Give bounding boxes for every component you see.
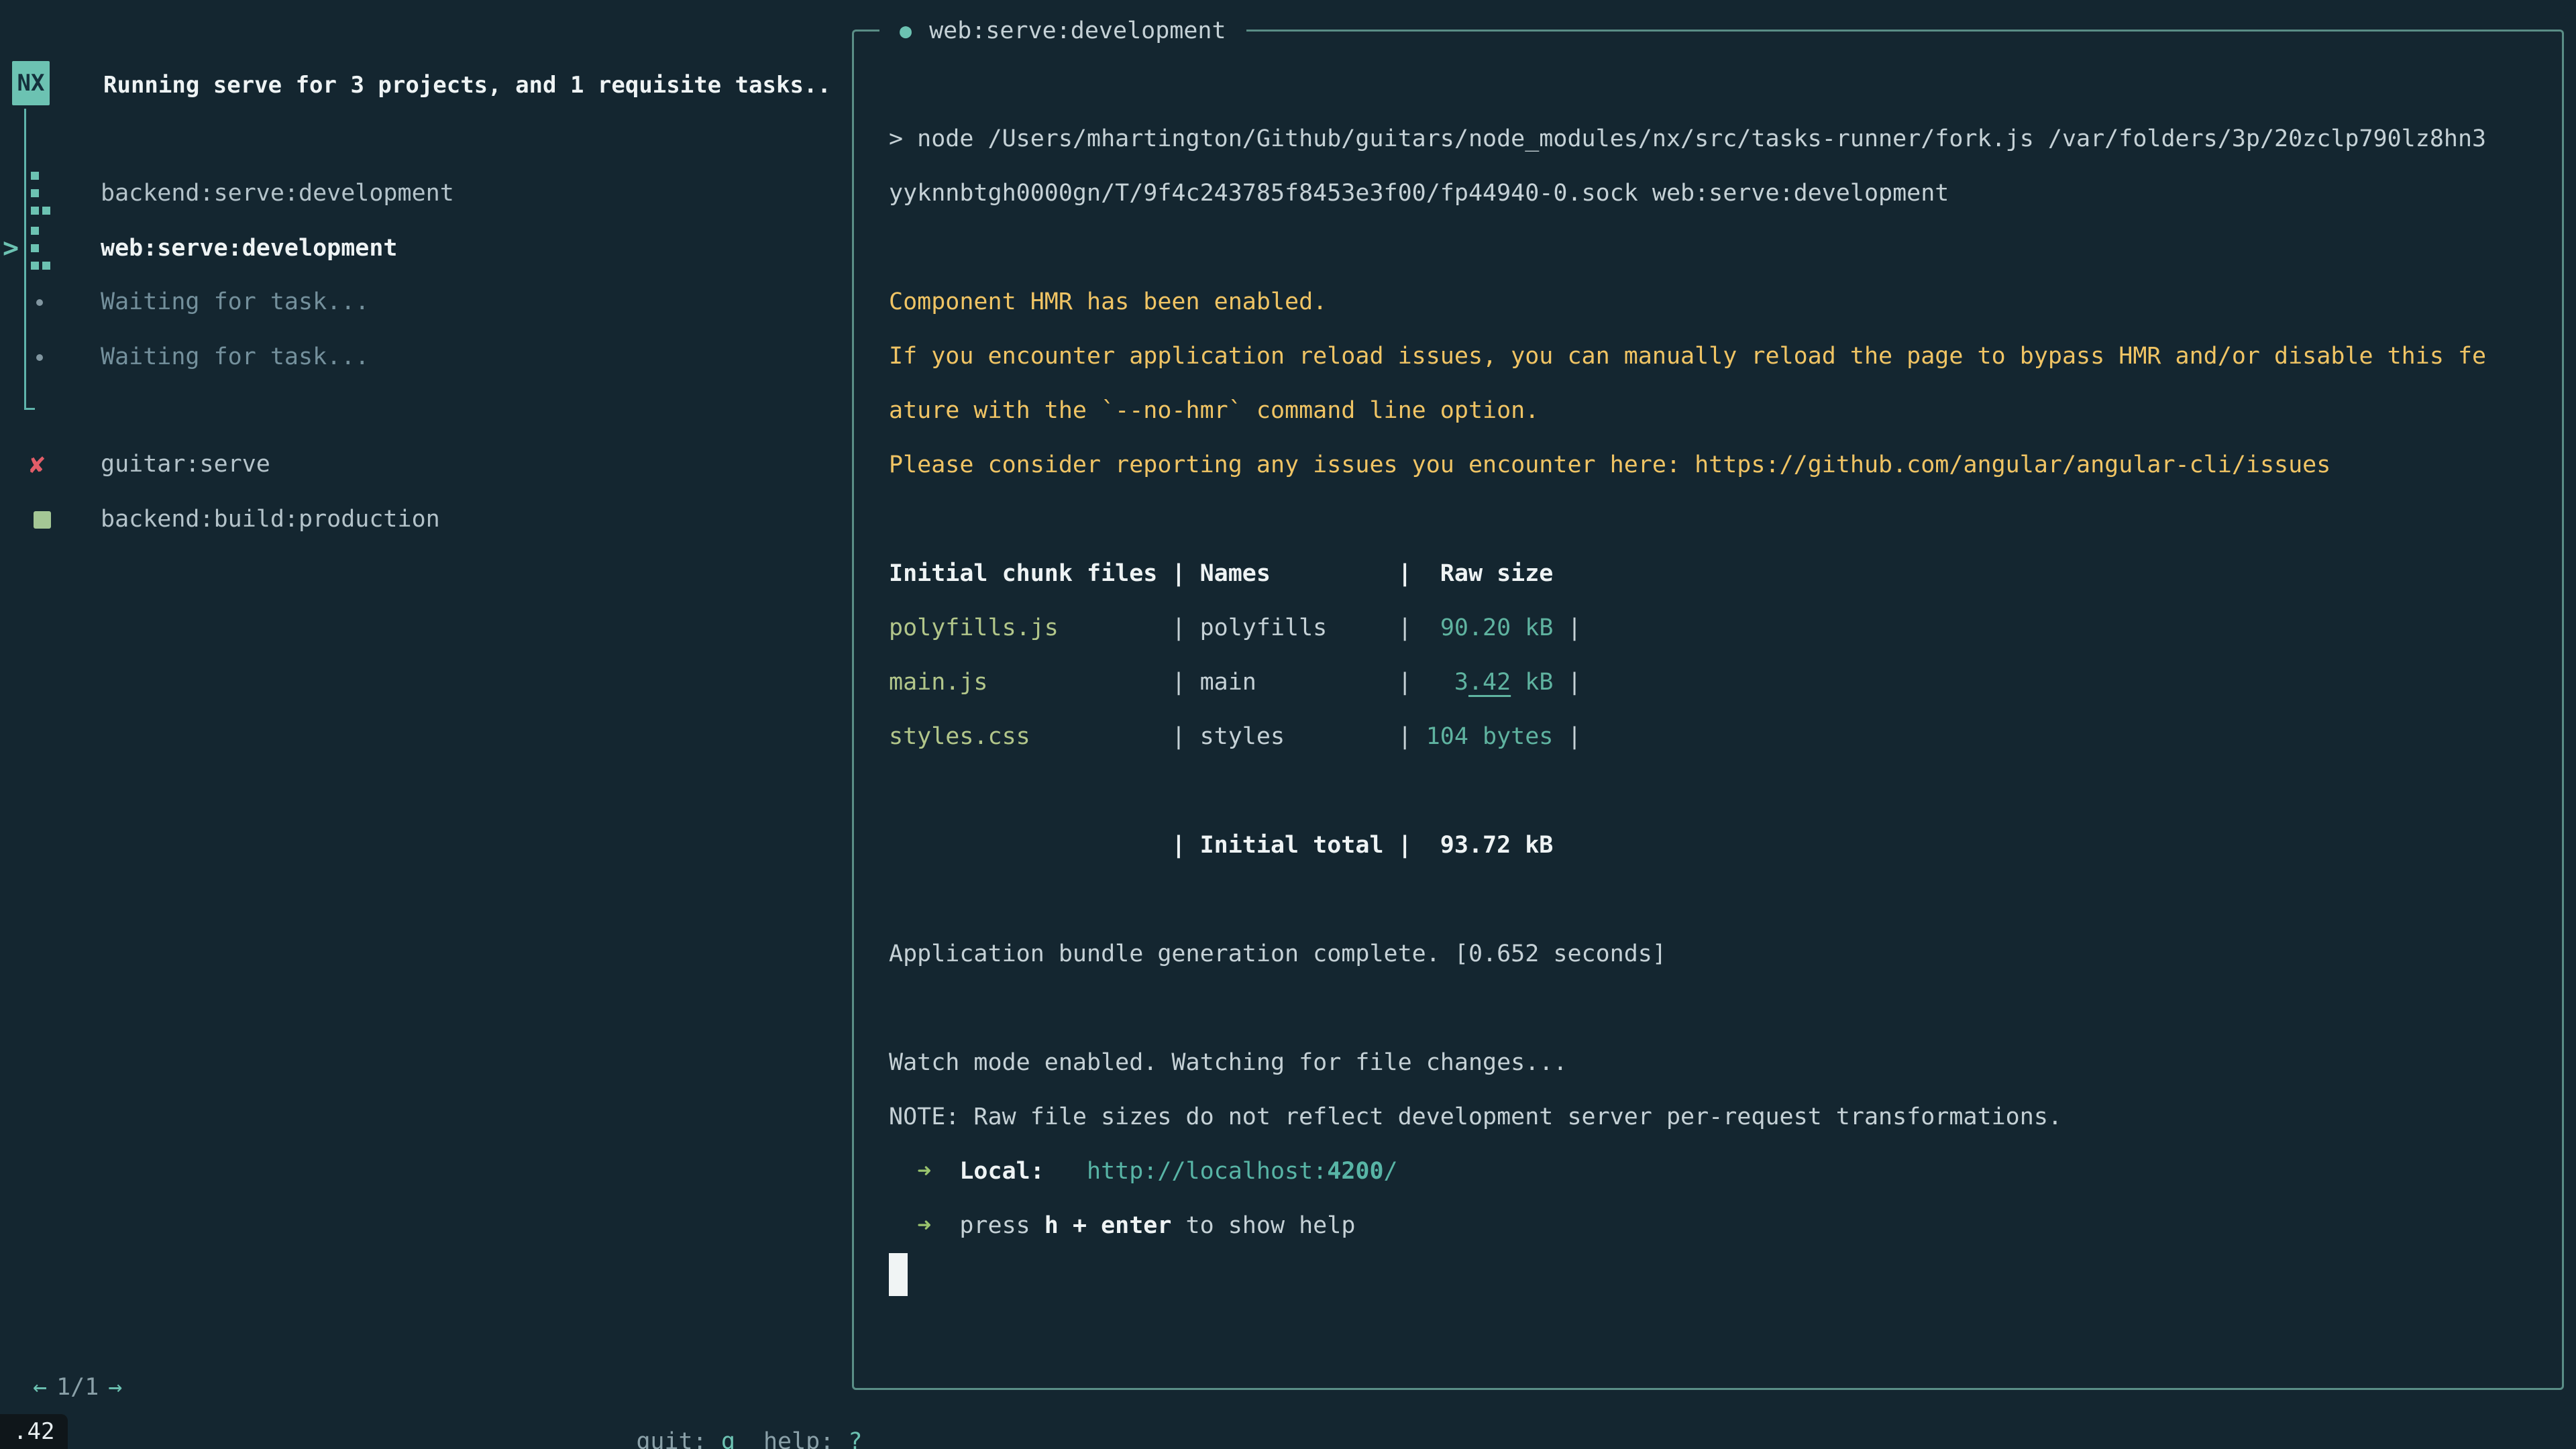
- terminal-line: ➜ Local: http://localhost:4200/: [889, 1144, 2486, 1199]
- terminal-line: Please consider reporting any issues you…: [889, 438, 2486, 492]
- pagination: ← 1/1 →: [33, 1360, 131, 1415]
- localhost-link[interactable]: 4200: [1327, 1158, 1383, 1185]
- terminal-line: main.js | main | 3.42 kB |: [889, 655, 2486, 710]
- terminal-text: > node /Users/mhartington/Github/guitars…: [889, 125, 2486, 152]
- terminal-line: Initial chunk files | Names | Raw size: [889, 547, 2486, 601]
- terminal-line: Application bundle generation complete. …: [889, 927, 2486, 981]
- task-label: guitar:serve: [101, 437, 270, 492]
- terminal-text: polyfills.js: [889, 614, 1059, 641]
- quit-hint-label: quit:: [636, 1428, 706, 1449]
- terminal-text: Local:: [959, 1158, 1044, 1185]
- terminal-text: If you encounter application reload issu…: [889, 343, 2486, 370]
- terminal-line: styles.css | styles | 104 bytes |: [889, 710, 2486, 764]
- localhost-link[interactable]: http://localhost:: [1087, 1158, 1327, 1185]
- terminal-text: NOTE: Raw file sizes do not reflect deve…: [889, 1104, 2062, 1130]
- task-item[interactable]: Waiting for task...: [0, 330, 376, 384]
- terminal-line: Component HMR has been enabled.: [889, 275, 2486, 329]
- spinner-icon: [31, 166, 78, 221]
- waiting-dot-icon: [31, 275, 78, 329]
- terminal-output[interactable]: > node /Users/mhartington/Github/guitars…: [889, 112, 2486, 1307]
- terminal-text: kB: [1511, 669, 1553, 696]
- terminal-text: |: [1553, 614, 1581, 641]
- task-status-dot-icon: ●: [900, 19, 912, 43]
- task-label: Waiting for task...: [101, 275, 369, 329]
- localhost-link[interactable]: /: [1384, 1158, 1398, 1185]
- terminal-text: | Initial total | 93.72 kB: [889, 832, 1553, 859]
- task-output-panel: ● web:serve:development > node /Users/mh…: [852, 30, 2564, 1390]
- terminal-line: [889, 873, 2486, 927]
- task-item[interactable]: backend:build:production: [0, 492, 376, 547]
- terminal-line: [889, 492, 2486, 547]
- terminal-text: Application bundle generation complete. …: [889, 941, 1666, 967]
- terminal-line: ature with the `--no-hmr` command line o…: [889, 384, 2486, 438]
- task-item[interactable]: backend:serve:development: [0, 166, 376, 221]
- terminal-text: press: [959, 1212, 1044, 1239]
- panel-title: ● web:serve:development: [879, 4, 1246, 58]
- task-tree-line-foot: [24, 408, 35, 410]
- key-hints: quit: q help: ?: [580, 1360, 862, 1415]
- spinner-icon: [31, 221, 78, 276]
- task-item[interactable]: web:serve:development: [0, 221, 376, 276]
- terminal-text: ature with the `--no-hmr` command line o…: [889, 397, 1539, 424]
- page-prev-icon[interactable]: ←: [33, 1374, 47, 1401]
- terminal-line: > node /Users/mhartington/Github/guitars…: [889, 112, 2486, 166]
- panel-title-label: web:serve:development: [929, 17, 1226, 44]
- page-indicator: 1/1: [56, 1374, 99, 1401]
- task-label: backend:serve:development: [101, 166, 454, 221]
- arrow-icon: ➜: [889, 1158, 959, 1185]
- terminal-text: |: [1553, 669, 1581, 696]
- terminal-line: NOTE: Raw file sizes do not reflect deve…: [889, 1090, 2486, 1144]
- terminal-line: [889, 221, 2486, 275]
- terminal-text: |: [1553, 723, 1581, 750]
- task-label: backend:build:production: [101, 492, 440, 547]
- waiting-dot-icon: [31, 330, 78, 384]
- terminal-text: 104 bytes: [1426, 723, 1554, 750]
- terminal-line: Watch mode enabled. Watching for file ch…: [889, 1036, 2486, 1090]
- terminal-text: [1044, 1158, 1087, 1185]
- arrow-icon: ➜: [889, 1212, 959, 1239]
- terminal-text: to show help: [1171, 1212, 1355, 1239]
- terminal-cursor: [889, 1253, 908, 1296]
- size-link[interactable]: .42: [1468, 669, 1511, 696]
- terminal-text: Initial chunk files | Names | Raw size: [889, 560, 1553, 587]
- terminal-text: main.js: [889, 669, 988, 696]
- terminal-text: Watch mode enabled. Watching for file ch…: [889, 1049, 1567, 1076]
- task-item[interactable]: Waiting for task...: [0, 275, 376, 329]
- terminal-line: [889, 764, 2486, 818]
- terminal-text: h + enter: [1044, 1212, 1172, 1239]
- help-key: ?: [848, 1428, 862, 1449]
- terminal-line: ➜ press h + enter to show help: [889, 1199, 2486, 1253]
- task-item[interactable]: ✘ guitar:serve: [0, 437, 376, 492]
- terminal-text: Component HMR has been enabled.: [889, 288, 1327, 315]
- terminal-line: [889, 1253, 2486, 1307]
- app-title: Running serve for 3 projects, and 1 requ…: [103, 58, 831, 113]
- terminal-line: polyfills.js | polyfills | 90.20 kB |: [889, 601, 2486, 655]
- task-label: web:serve:development: [101, 221, 398, 276]
- terminal-text: 3: [1454, 669, 1468, 696]
- terminal-text: yyknnbtgh0000gn/T/9f4c243785f8453e3f00/f…: [889, 180, 1949, 207]
- terminal-text: | polyfills |: [1059, 614, 1440, 641]
- page-next-icon[interactable]: →: [108, 1374, 122, 1401]
- terminal-text: Please consider reporting any issues you…: [889, 451, 2330, 478]
- nx-tui-screen: NX Running serve for 3 projects, and 1 r…: [0, 0, 2576, 1449]
- terminal-line: [889, 981, 2486, 1036]
- task-label: Waiting for task...: [101, 330, 369, 384]
- terminal-text: | styles |: [1030, 723, 1426, 750]
- help-hint-label: help:: [763, 1428, 834, 1449]
- terminal-line: | Initial total | 93.72 kB: [889, 818, 2486, 873]
- failed-x-icon: ✘: [30, 437, 76, 492]
- link-preview-tooltip: .42: [0, 1414, 68, 1449]
- terminal-text: | main |: [988, 669, 1454, 696]
- terminal-line: yyknnbtgh0000gn/T/9f4c243785f8453e3f00/f…: [889, 166, 2486, 221]
- terminal-text: 90.20 kB: [1440, 614, 1554, 641]
- success-square-icon: [31, 492, 78, 547]
- terminal-text: styles.css: [889, 723, 1030, 750]
- nx-logo: NX: [12, 61, 50, 105]
- terminal-line: If you encounter application reload issu…: [889, 329, 2486, 384]
- quit-key: q: [721, 1428, 735, 1449]
